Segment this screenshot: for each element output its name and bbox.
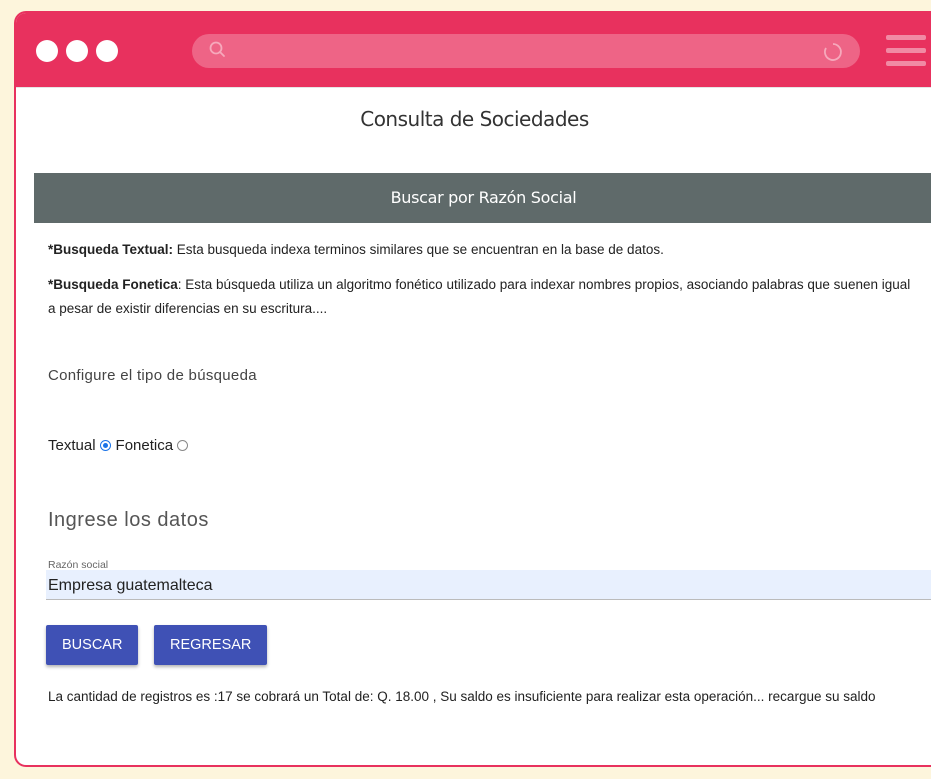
result-message: La cantidad de registros es :17 se cobra… [48, 689, 876, 704]
back-button[interactable]: REGRESAR [154, 625, 268, 665]
radio-fonetica[interactable] [177, 440, 189, 451]
fonetica-search-info-text: : Esta búsqueda utiliza un algoritmo fon… [48, 277, 911, 316]
section-header: Buscar por Razón Social [34, 173, 931, 223]
radio-textual-label: Textual [48, 437, 96, 454]
menu-icon[interactable] [886, 33, 926, 69]
reload-icon[interactable] [822, 41, 844, 63]
textual-search-info: *Busqueda Textual: Esta busqueda indexa … [48, 238, 918, 262]
fonetica-search-info-label: *Busqueda Fonetica [48, 277, 178, 292]
browser-window: Consulta de Sociedades Buscar por Razón … [14, 11, 931, 767]
page-title: Consulta de Sociedades [16, 87, 931, 174]
fonetica-search-info: *Busqueda Fonetica: Esta búsqueda utiliz… [48, 273, 918, 321]
textual-search-info-label: *Busqueda Textual: [48, 242, 174, 257]
form-heading: Ingrese los datos [48, 509, 209, 531]
address-bar[interactable] [192, 34, 860, 68]
search-type-radio-group: Textual Fonetica [48, 437, 193, 454]
window-control-dot[interactable] [96, 40, 118, 62]
search-button[interactable]: BUSCAR [46, 625, 139, 665]
search-icon [209, 41, 225, 57]
browser-titlebar [16, 13, 931, 87]
textual-search-info-text: Esta busqueda indexa terminos similares … [173, 242, 664, 257]
window-control-dot[interactable] [66, 40, 88, 62]
radio-fonetica-label: Fonetica [115, 437, 174, 454]
razon-social-input[interactable] [46, 570, 931, 600]
radio-textual[interactable] [99, 440, 111, 451]
search-type-heading: Configure el tipo de búsqueda [48, 367, 257, 384]
window-control-dot[interactable] [36, 40, 58, 62]
